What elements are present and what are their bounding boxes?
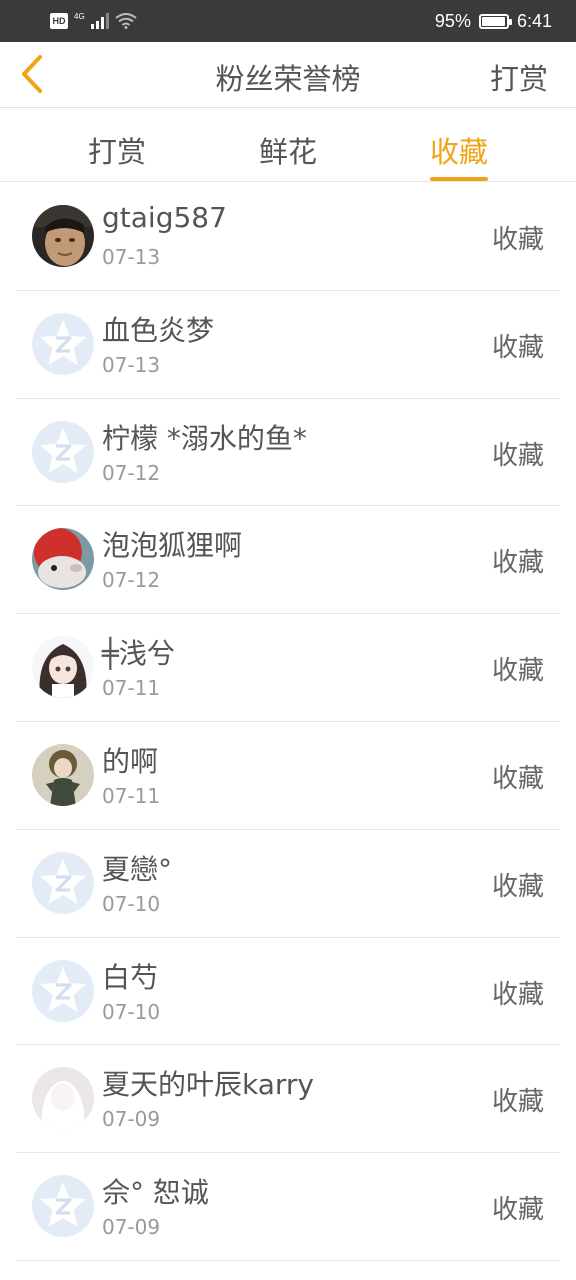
user-name: 白芍: [102, 960, 159, 994]
user-date: 07-13: [102, 352, 161, 377]
network-type-label: 4G: [74, 11, 85, 21]
status-bar: HD 4G 95% 6:41: [0, 0, 576, 42]
action-label: 收藏: [491, 763, 544, 794]
action-label: 收藏: [491, 871, 544, 902]
user-name: ╪浅兮: [102, 637, 175, 671]
avatar[interactable]: [32, 959, 94, 1022]
wifi-icon: [115, 13, 137, 29]
signal-icon: [90, 13, 109, 29]
battery-icon: [478, 13, 512, 29]
chevron-left-icon: [22, 55, 42, 93]
avatar[interactable]: [32, 743, 94, 806]
user-name: 佘° 恕诚: [102, 1176, 209, 1210]
avatar[interactable]: [32, 312, 94, 375]
tab-label: 鲜花: [259, 135, 318, 169]
action-label: 收藏: [491, 548, 544, 579]
hd-badge: HD: [50, 13, 68, 29]
action-label: 收藏: [491, 1195, 544, 1226]
user-date: 07-12: [102, 460, 161, 485]
action-label: 收藏: [491, 1087, 544, 1118]
list-item[interactable]: ╪浅兮 07-11 收藏: [16, 614, 560, 722]
user-name: 夏戀°: [102, 852, 173, 886]
list-item[interactable]: 的啊 07-11 收藏: [16, 722, 560, 830]
title-bar: 粉丝荣誉榜 打赏: [0, 42, 576, 108]
user-date: 07-09: [102, 1107, 161, 1132]
avatar[interactable]: [32, 528, 94, 591]
list-item[interactable]: 白芍 07-10 收藏: [16, 938, 560, 1046]
battery-level-fill: [481, 16, 505, 26]
avatar[interactable]: [32, 1067, 94, 1130]
list-item[interactable]: 夏戀° 07-10 收藏: [16, 830, 560, 938]
action-label: 收藏: [491, 332, 544, 363]
list-item[interactable]: 柠檬 *溺水的鱼* 07-12 收藏: [16, 399, 560, 507]
user-name: 血色炎梦: [102, 313, 215, 347]
user-name: gtaig587: [102, 201, 227, 234]
user-name: 柠檬 *溺水的鱼*: [102, 421, 307, 455]
battery-percent: 95%: [434, 10, 471, 31]
clock: 6:41: [516, 10, 552, 31]
tab-bar: 打赏 鲜花 收藏: [0, 109, 576, 182]
avatar[interactable]: [32, 851, 94, 914]
action-label: 收藏: [491, 979, 544, 1010]
tab-label: 打赏: [88, 135, 147, 169]
user-date: 07-10: [102, 891, 161, 916]
user-name: 的啊: [102, 744, 159, 778]
avatar[interactable]: [32, 205, 94, 267]
tab-flowers[interactable]: 鲜花: [259, 129, 317, 171]
user-name: 夏天的叶辰karry: [102, 1068, 314, 1102]
action-label: 收藏: [491, 440, 544, 471]
back-button[interactable]: [12, 52, 52, 96]
tab-reward[interactable]: 打赏: [88, 129, 146, 171]
reward-header-button[interactable]: 打赏: [490, 56, 548, 98]
avatar[interactable]: [32, 636, 94, 699]
user-date: 07-11: [102, 783, 161, 808]
active-tab-indicator: [430, 177, 489, 181]
user-date: 07-09: [102, 1215, 161, 1240]
user-date: 07-13: [102, 245, 161, 269]
status-right: 95% 6:41: [435, 8, 552, 34]
action-label: 收藏: [491, 656, 544, 687]
user-name: 泡泡狐狸啊: [102, 529, 243, 563]
list-item[interactable]: 夏天的叶辰karry 07-09 收藏: [16, 1045, 560, 1154]
list-item[interactable]: 佘° 恕诚 07-09 收藏: [16, 1153, 560, 1261]
list-item[interactable]: gtaig587 07-13 收藏: [16, 183, 560, 291]
fan-list: gtaig587 07-13 收藏 血色炎梦 07-13 收藏 柠檬 *溺水的鱼* 07-…: [16, 183, 560, 1261]
avatar[interactable]: [32, 420, 94, 483]
user-date: 07-11: [102, 676, 161, 701]
tab-favorites[interactable]: 收藏: [430, 129, 489, 181]
status-left: HD 4G: [50, 10, 137, 32]
user-date: 07-10: [102, 999, 161, 1024]
user-date: 07-12: [102, 568, 161, 593]
list-item[interactable]: 血色炎梦 07-13 收藏: [16, 291, 560, 399]
action-label: 收藏: [491, 225, 544, 255]
tab-label: 收藏: [430, 135, 489, 169]
list-item[interactable]: 泡泡狐狸啊 07-12 收藏: [16, 506, 560, 615]
avatar[interactable]: [32, 1175, 94, 1238]
